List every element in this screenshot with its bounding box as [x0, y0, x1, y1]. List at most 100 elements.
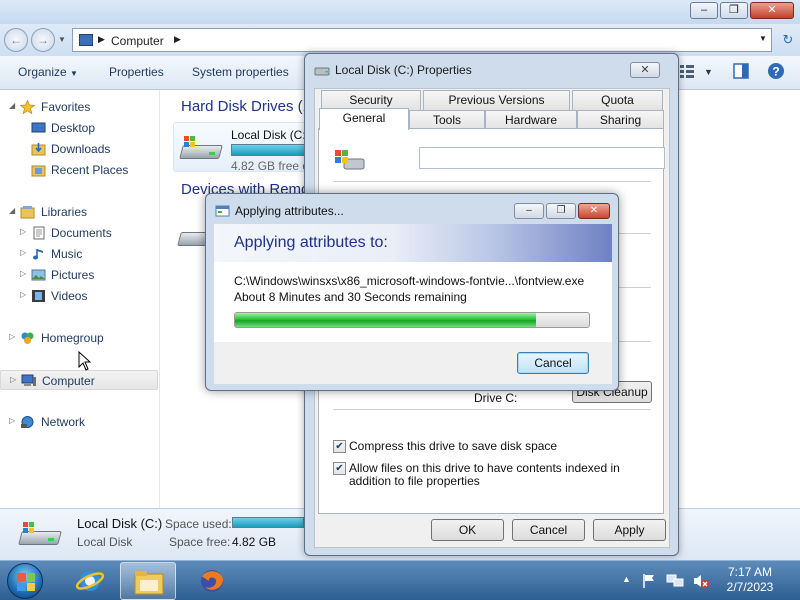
clock-time: 7:17 AM	[727, 565, 773, 579]
hard-disk-drives-header[interactable]: Hard Disk Drives (1	[181, 98, 311, 115]
drive-usage-bar	[231, 144, 311, 156]
applying-heading: Applying attributes to:	[234, 234, 388, 251]
action-center-flag-icon[interactable]	[641, 573, 657, 589]
recent-pages-chevron-icon[interactable]: ▼	[58, 35, 66, 44]
nav-downloads[interactable]: Downloads	[0, 139, 158, 159]
folder-icon	[134, 571, 164, 595]
nav-videos[interactable]: ▷ Videos	[0, 286, 158, 306]
system-properties-button[interactable]: System properties	[192, 65, 289, 79]
navigation-pane: ◢ Favorites Desktop Downloads Recent Pla…	[0, 90, 160, 508]
taskbar: ▲ 7:17 AM 2/7/2023	[0, 560, 800, 600]
close-button[interactable]: ✕	[750, 2, 794, 19]
preview-pane-icon[interactable]	[732, 62, 750, 80]
libraries-icon	[20, 206, 35, 219]
network-tray-icon[interactable]	[666, 573, 684, 589]
nav-pictures[interactable]: ▷ Pictures	[0, 265, 158, 285]
tab-tools[interactable]: Tools	[409, 110, 485, 130]
refresh-icon[interactable]: ↻	[778, 28, 798, 52]
divider	[333, 409, 651, 410]
hard-drive-icon	[18, 521, 62, 549]
hard-drive-icon	[179, 135, 223, 163]
expand-arrow-icon[interactable]: ▷	[20, 269, 26, 278]
svg-text:?: ?	[772, 65, 779, 79]
expand-arrow-icon[interactable]: ▷	[9, 416, 15, 425]
show-hidden-icons-icon[interactable]: ▲	[622, 574, 631, 584]
tab-previous-versions[interactable]: Previous Versions	[423, 90, 570, 110]
expand-arrow-icon[interactable]: ▷	[20, 248, 26, 257]
explorer-titlebar[interactable]: – ❐ ✕	[0, 0, 800, 24]
organize-button[interactable]: Organize ▼	[18, 65, 78, 79]
properties-dialog-title: Local Disk (C:) Properties	[335, 63, 472, 77]
mouse-cursor-icon	[78, 351, 92, 371]
nav-computer[interactable]: ▷ Computer	[0, 370, 158, 390]
applying-footer: Cancel	[214, 342, 612, 384]
windows-logo-icon	[17, 573, 35, 591]
back-button[interactable]: ←	[4, 28, 28, 52]
space-used-label: Space used:	[165, 517, 232, 531]
forward-button[interactable]: →	[31, 28, 55, 52]
internet-explorer-taskbar-button[interactable]	[62, 562, 118, 600]
nav-homegroup[interactable]: ▷ Homegroup	[0, 328, 158, 348]
help-icon[interactable]: ?	[767, 62, 785, 80]
cancel-button[interactable]: Cancel	[512, 519, 585, 541]
documents-icon	[33, 226, 45, 240]
close-button[interactable]: ✕	[630, 62, 660, 78]
applying-dialog-title: Applying attributes...	[235, 204, 344, 218]
breadcrumb-chevron-icon[interactable]: ▶	[98, 34, 105, 45]
videos-icon	[32, 290, 45, 302]
music-icon	[33, 249, 43, 260]
view-dropdown-icon[interactable]: ▼	[704, 67, 713, 77]
apply-button[interactable]: Apply	[593, 519, 666, 541]
tab-hardware[interactable]: Hardware	[485, 110, 577, 130]
cancel-button[interactable]: Cancel	[517, 352, 589, 374]
downloads-folder-icon	[31, 143, 46, 156]
local-disk-tile[interactable]: Local Disk (C: 4.82 GB free o	[173, 122, 313, 173]
expand-arrow-icon[interactable]: ▷	[20, 290, 26, 299]
drive-free-space: 4.82 GB free o	[231, 159, 310, 173]
properties-icon	[215, 205, 230, 217]
minimize-button[interactable]: –	[514, 203, 544, 219]
nav-music[interactable]: ▷ Music	[0, 244, 158, 264]
breadcrumb-computer[interactable]: Computer	[111, 34, 164, 48]
start-button[interactable]	[7, 563, 43, 599]
nav-recent-places[interactable]: Recent Places	[0, 160, 158, 180]
nav-desktop[interactable]: Desktop	[0, 118, 158, 138]
hard-disk-drives-header-label: Hard Disk Drives (1	[181, 98, 312, 115]
tab-general[interactable]: General	[319, 108, 409, 130]
properties-button[interactable]: Properties	[109, 65, 164, 79]
breadcrumb-chevron-icon[interactable]: ▶	[174, 34, 181, 45]
index-checkbox[interactable]: ✔	[333, 462, 346, 475]
tab-sharing[interactable]: Sharing	[577, 110, 664, 130]
nav-libraries[interactable]: ◢ Libraries	[0, 202, 158, 222]
maximize-button[interactable]: ❐	[720, 2, 748, 19]
address-bar[interactable]: ▶ Computer ▶ ▼	[72, 28, 772, 52]
hard-drive-icon	[314, 67, 330, 76]
firefox-taskbar-button[interactable]	[184, 562, 240, 600]
view-options-icon[interactable]	[678, 62, 696, 80]
ok-button[interactable]: OK	[431, 519, 504, 541]
nav-network[interactable]: ▷ Network	[0, 412, 158, 432]
expand-arrow-icon[interactable]: ▷	[9, 332, 15, 341]
collapse-arrow-icon[interactable]: ◢	[9, 206, 15, 215]
desktop-icon	[31, 122, 46, 133]
address-dropdown-icon[interactable]: ▼	[759, 34, 767, 43]
space-used-bar	[232, 517, 304, 528]
compress-checkbox[interactable]: ✔	[333, 440, 346, 453]
drive-label-input[interactable]	[419, 147, 665, 169]
tab-quota[interactable]: Quota	[572, 90, 663, 110]
nav-documents[interactable]: ▷ Documents	[0, 223, 158, 243]
clock[interactable]: 7:17 AM 2/7/2023	[718, 565, 782, 595]
volume-muted-icon[interactable]	[692, 573, 710, 589]
clock-date: 2/7/2023	[726, 580, 774, 594]
close-button[interactable]: ✕	[578, 203, 610, 219]
nav-favorites[interactable]: ◢ Favorites	[0, 97, 158, 117]
maximize-button[interactable]: ❐	[546, 203, 576, 219]
star-icon	[20, 100, 35, 114]
windows-explorer-taskbar-button[interactable]	[120, 562, 176, 600]
network-icon	[21, 416, 34, 428]
expand-arrow-icon[interactable]: ▷	[10, 375, 16, 384]
expand-arrow-icon[interactable]: ▷	[20, 227, 26, 236]
minimize-button[interactable]: –	[690, 2, 718, 19]
collapse-arrow-icon[interactable]: ◢	[9, 101, 15, 110]
tab-security[interactable]: Security	[321, 90, 421, 110]
